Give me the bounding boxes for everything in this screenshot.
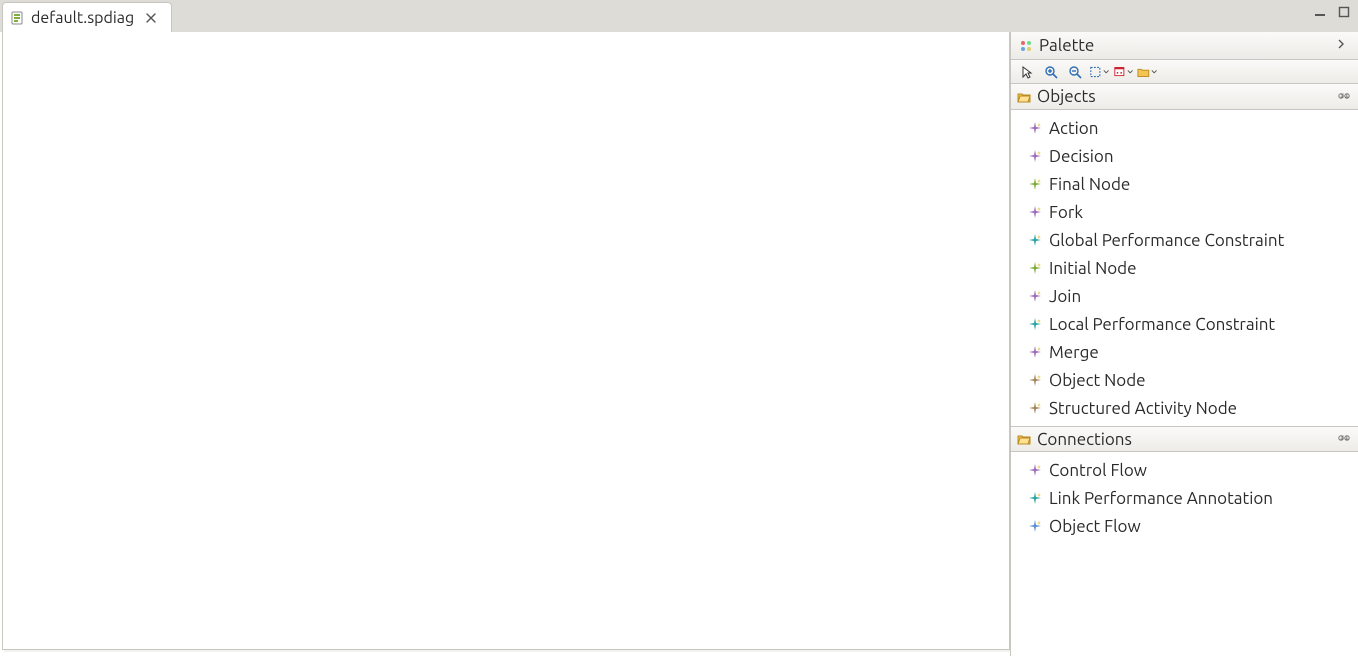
minimize-view-button[interactable] [1312,4,1328,20]
node-type-icon [1029,178,1041,190]
select-tool-icon[interactable] [1017,63,1037,81]
node-type-icon [1029,520,1041,532]
editor-tab-label: default.spdiag [31,9,134,27]
node-type-icon [1029,464,1041,476]
palette-section-items: Control Flow Link Performance Annotation O… [1011,452,1358,544]
palette-item[interactable]: Link Performance Annotation [1011,484,1358,512]
palette-toolbar [1011,60,1358,84]
palette-item-label: Link Performance Annotation [1049,489,1273,508]
palette-item-label: Structured Activity Node [1049,399,1237,418]
palette-section-label: Connections [1037,430,1332,449]
palette-section-connections[interactable]: Connections [1011,426,1358,452]
palette-item-label: Control Flow [1049,461,1147,480]
palette-title: Palette [1039,36,1330,55]
palette-item-label: Final Node [1049,175,1130,194]
maximize-view-button[interactable] [1336,4,1352,20]
palette-item-label: Decision [1049,147,1114,166]
palette-sections: Objects Action Decision Final Node Fork Globa… [1011,84,1358,544]
section-pin-icon[interactable] [1338,432,1352,446]
tab-close-button[interactable] [144,11,158,25]
editor-tabbar: default.spdiag [0,0,1358,32]
node-type-icon [1029,492,1041,504]
zoom-in-icon[interactable] [1041,63,1061,81]
palette-item-label: Action [1049,119,1098,138]
node-type-icon [1029,262,1041,274]
palette-section-label: Objects [1037,87,1332,106]
folder-open-icon [1017,432,1031,446]
palette-section-objects[interactable]: Objects [1011,84,1358,110]
palette-item[interactable]: Control Flow [1011,456,1358,484]
node-type-icon [1029,122,1041,134]
palette-item[interactable]: Merge [1011,338,1358,366]
palette-item[interactable]: Local Performance Constraint [1011,310,1358,338]
palette-header[interactable]: Palette [1011,32,1358,60]
palette-item[interactable]: Object Node [1011,366,1358,394]
node-type-icon [1029,346,1041,358]
palette-item[interactable]: Initial Node [1011,254,1358,282]
node-type-icon [1029,374,1041,386]
zoom-out-icon[interactable] [1065,63,1085,81]
palette-item[interactable]: Decision [1011,142,1358,170]
palette-item-label: Object Flow [1049,517,1141,536]
palette-item[interactable]: Fork [1011,198,1358,226]
palette-item-label: Global Performance Constraint [1049,231,1284,250]
palette-item[interactable]: Join [1011,282,1358,310]
palette-section-items: Action Decision Final Node Fork Global Perfo… [1011,110,1358,426]
palette-item-label: Initial Node [1049,259,1137,278]
folder-open-icon [1017,90,1031,104]
palette-item-label: Merge [1049,343,1099,362]
palette-item-label: Object Node [1049,371,1146,390]
folder-tool-icon[interactable] [1137,63,1157,81]
palette-panel: Palette Objects Action Decision Final Node F… [1010,32,1358,656]
editor-tab[interactable]: default.spdiag [2,2,172,32]
marquee-tool-icon[interactable] [1089,63,1109,81]
palette-item-label: Local Performance Constraint [1049,315,1275,334]
node-type-icon [1029,402,1041,414]
note-tool-icon[interactable] [1113,63,1133,81]
palette-item[interactable]: Global Performance Constraint [1011,226,1358,254]
diagram-canvas[interactable] [2,32,1010,650]
node-type-icon [1029,290,1041,302]
node-type-icon [1029,150,1041,162]
palette-item-label: Fork [1049,203,1083,222]
palette-icon [1019,39,1033,53]
palette-item[interactable]: Action [1011,114,1358,142]
diagram-file-icon [11,11,25,25]
section-pin-icon[interactable] [1338,90,1352,104]
palette-item[interactable]: Object Flow [1011,512,1358,540]
view-window-controls [1312,4,1352,20]
palette-collapse-arrow-icon[interactable] [1336,39,1350,53]
node-type-icon [1029,206,1041,218]
palette-item-label: Join [1049,287,1081,306]
palette-item[interactable]: Final Node [1011,170,1358,198]
node-type-icon [1029,234,1041,246]
node-type-icon [1029,318,1041,330]
palette-item[interactable]: Structured Activity Node [1011,394,1358,422]
